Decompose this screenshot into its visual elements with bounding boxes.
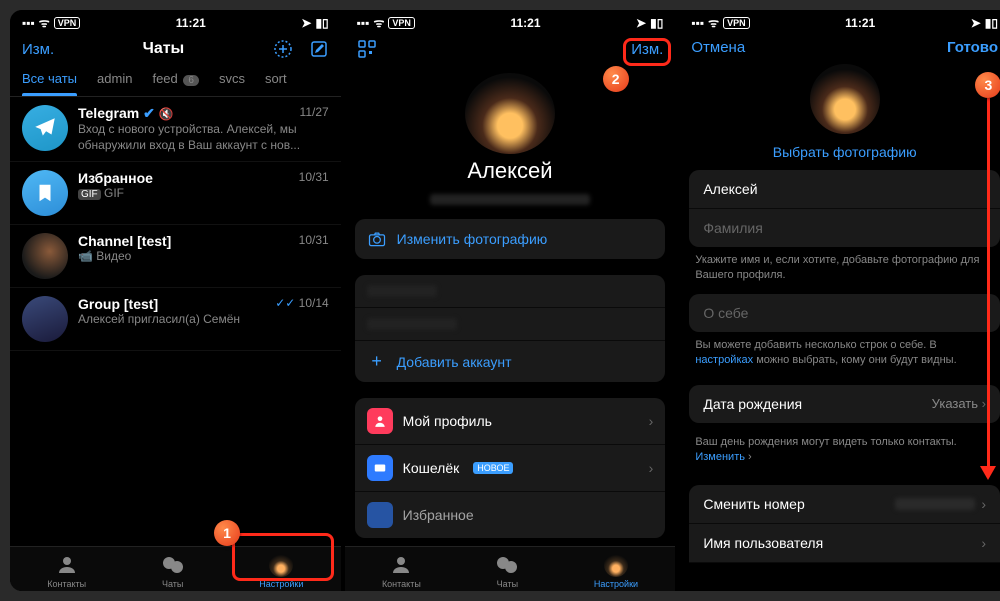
muted-icon: 🔇 xyxy=(159,107,174,121)
chevron-right-icon: › xyxy=(649,413,654,429)
tab-settings[interactable]: Настройки xyxy=(594,553,638,589)
status-time: 11:21 xyxy=(176,16,206,30)
filter-feed[interactable]: feed 6 xyxy=(152,71,199,86)
bookmark-icon xyxy=(22,170,68,216)
profile-name: Алексей xyxy=(345,158,676,184)
pane-chats: ▪▪▪ ᯤ VPN 11:21 ➤ ▮▯ Изм. Чаты Все чаты adm… xyxy=(10,10,341,591)
pane-settings: ▪▪▪ᯤVPN 11:21 ➤▮▯ Изм. 2 Алексей Изменит… xyxy=(345,10,676,591)
battery-icon: ▮▯ xyxy=(315,16,328,30)
chat-row-group[interactable]: Group [test]✓✓ 10/14 Алексей пригласил(а… xyxy=(10,288,341,351)
chat-list: Telegram ✔ 🔇11/27 Вход с нового устройст… xyxy=(10,97,341,546)
annotation-marker-3: 3 xyxy=(975,72,1000,98)
my-profile-row[interactable]: Мой профиль› xyxy=(355,398,666,445)
tab-contacts[interactable]: Контакты xyxy=(382,553,421,589)
annotation-arrow xyxy=(987,98,990,468)
blurred-number xyxy=(895,498,975,510)
annotation-box-1 xyxy=(232,533,334,581)
location-icon: ➤ xyxy=(301,16,311,30)
status-bar: ▪▪▪ ᯤ VPN 11:21 ➤ ▮▯ xyxy=(10,10,341,33)
verified-icon: ✔ xyxy=(143,105,155,121)
bookmark-icon xyxy=(367,502,393,528)
chat-row-telegram[interactable]: Telegram ✔ 🔇11/27 Вход с нового устройст… xyxy=(10,97,341,162)
avatar xyxy=(22,296,68,342)
tab-chats[interactable]: Чаты xyxy=(495,553,519,589)
compose-icon[interactable] xyxy=(309,39,329,59)
blurred-account-row[interactable] xyxy=(355,308,666,341)
nav-bar: Изм. Чаты xyxy=(10,33,341,65)
username-row[interactable]: Имя пользователя › xyxy=(689,524,1000,563)
chat-filters: Все чаты admin feed 6 svcs sort xyxy=(10,65,341,97)
profile-icon xyxy=(367,408,393,434)
chat-row-channel[interactable]: Channel [test]10/31 📹 Видео xyxy=(10,225,341,288)
done-button[interactable]: Готово xyxy=(947,39,998,56)
last-name-input[interactable]: Фамилия xyxy=(689,209,1000,247)
favorites-row[interactable]: Избранное xyxy=(355,492,666,538)
edit-button[interactable]: Изм. xyxy=(22,41,54,58)
vpn-badge: VPN xyxy=(54,17,81,29)
status-bar: ▪▪▪ᯤVPN 11:21 ➤▮▯ xyxy=(679,10,1000,33)
annotation-marker-2: 2 xyxy=(603,66,629,92)
first-name-input[interactable]: Алексей xyxy=(689,170,1000,209)
new-folder-icon[interactable] xyxy=(273,39,293,59)
annotation-marker-1: 1 xyxy=(214,520,240,546)
change-visibility-link[interactable]: Изменить xyxy=(695,451,745,463)
page-title: Чаты xyxy=(143,40,185,58)
plus-icon: + xyxy=(367,351,387,372)
tab-chats[interactable]: Чаты xyxy=(161,553,185,589)
pane-edit-profile: ▪▪▪ᯤVPN 11:21 ➤▮▯ Отмена Готово 3 Выбрат… xyxy=(679,10,1000,591)
settings-link[interactable]: настройках xyxy=(695,354,753,366)
filter-svcs[interactable]: svcs xyxy=(219,71,245,86)
profile-photo[interactable] xyxy=(810,64,880,134)
telegram-icon xyxy=(22,105,68,151)
add-account-button[interactable]: +Добавить аккаунт xyxy=(355,341,666,382)
change-number-row[interactable]: Сменить номер › xyxy=(689,485,1000,524)
tabbar: Контакты Чаты Настройки xyxy=(345,546,676,591)
chevron-right-icon: › xyxy=(982,396,986,411)
chat-row-saved[interactable]: Избранное10/31 GIF GIF xyxy=(10,162,341,225)
wallet-icon xyxy=(367,455,393,481)
cancel-button[interactable]: Отмена xyxy=(691,39,745,56)
signal-icon: ▪▪▪ xyxy=(22,16,35,30)
birthday-hint: Ваш день рождения могут видеть только ко… xyxy=(679,429,1000,476)
profile-photo[interactable] xyxy=(465,73,555,154)
wallet-row[interactable]: КошелёкНОВОЕ› xyxy=(355,445,666,492)
blurred-account-row[interactable] xyxy=(355,275,666,308)
wifi-icon: ᯤ xyxy=(39,14,50,31)
about-input[interactable]: О себе xyxy=(689,294,1000,332)
name-hint: Укажите имя и, если хотите, добавьте фот… xyxy=(679,247,1000,294)
tab-contacts[interactable]: Контакты xyxy=(47,553,86,589)
filter-sort[interactable]: sort xyxy=(265,71,287,86)
blurred-phone xyxy=(430,194,590,205)
camera-icon xyxy=(367,229,387,249)
qr-icon[interactable] xyxy=(357,39,377,59)
choose-photo-button[interactable]: Выбрать фотографию xyxy=(679,144,1000,160)
status-bar: ▪▪▪ᯤVPN 11:21 ➤▮▯ xyxy=(345,10,676,33)
filter-admin[interactable]: admin xyxy=(97,71,132,86)
avatar xyxy=(22,233,68,279)
annotation-box-2 xyxy=(623,38,671,66)
change-photo-button[interactable]: Изменить фотографию xyxy=(355,219,666,259)
birthday-row[interactable]: Дата рождения Указать › xyxy=(689,385,1000,423)
nav-bar: Отмена Готово xyxy=(679,33,1000,62)
annotation-arrow-head xyxy=(980,466,996,480)
filter-all[interactable]: Все чаты xyxy=(22,71,77,86)
about-hint: Вы можете добавить несколько строк о себ… xyxy=(679,332,1000,379)
